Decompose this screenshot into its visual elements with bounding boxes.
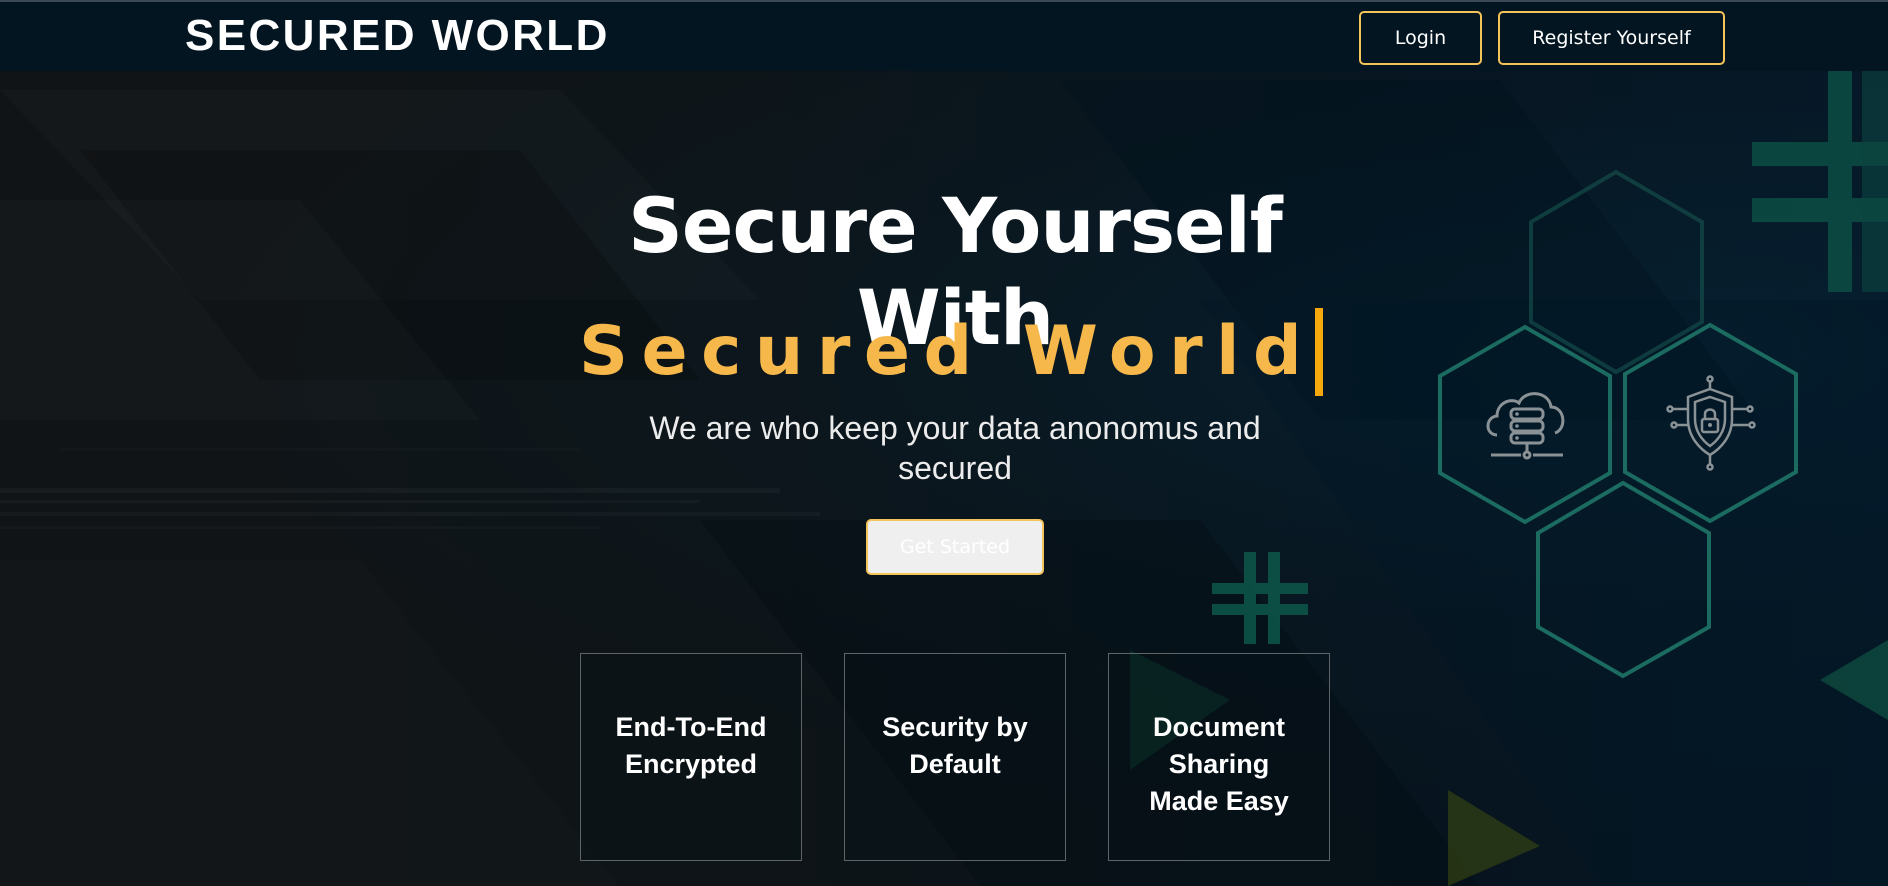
cloud-server-icon: [1486, 392, 1565, 460]
feature-card: End-To-End Encrypted: [580, 653, 802, 861]
landing-page: SECURED WORLD Login Register Yourself Se…: [0, 0, 1888, 886]
hero-title-line-1: Secure Yourself: [628, 180, 1283, 270]
register-button[interactable]: Register Yourself: [1498, 11, 1725, 65]
hero-subtitle: We are who keep your data anonomus and s…: [630, 408, 1280, 488]
brand-logo[interactable]: SECURED WORLD: [185, 14, 610, 58]
navbar: SECURED WORLD Login Register Yourself: [0, 0, 1888, 71]
feature-card: Security by Default: [844, 653, 1066, 861]
feature-title: End-To-End Encrypted: [615, 712, 767, 779]
hero-accent-line: Secured World: [579, 307, 1324, 397]
get-started-button[interactable]: Get Started: [866, 519, 1044, 575]
shield-lock-icon: [1666, 375, 1756, 471]
typing-cursor: [1315, 308, 1324, 396]
hero-subtitle-text: We are who keep your data anonomus and s…: [649, 410, 1261, 486]
feature-title: Document Sharing Made Easy: [1149, 712, 1289, 816]
hero-accent-text: Secured World: [579, 312, 1316, 391]
login-button[interactable]: Login: [1359, 11, 1482, 65]
feature-card: Document Sharing Made Easy: [1108, 653, 1330, 861]
feature-title: Security by Default: [882, 712, 1028, 779]
